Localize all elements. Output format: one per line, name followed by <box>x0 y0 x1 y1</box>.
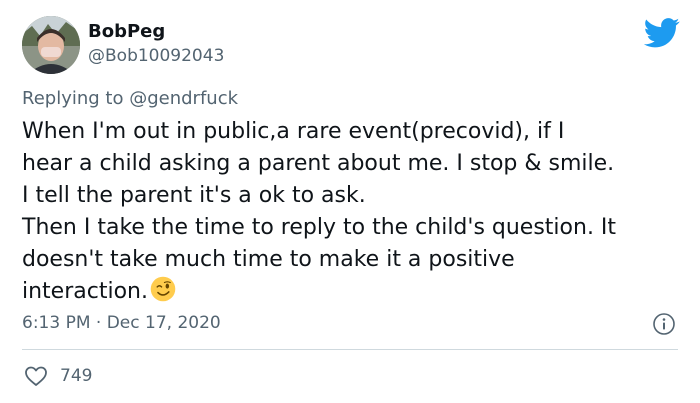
tweet-text-line: interaction. <box>22 279 148 304</box>
reply-mention-link[interactable]: @gendrfuck <box>129 88 238 109</box>
reply-context: Replying to @gendrfuck <box>22 88 238 110</box>
tweet-text-last-line: interaction. <box>22 276 682 308</box>
tweet-text: When I'm out in public,a rare event(prec… <box>22 116 682 308</box>
tweet-text-line: I tell the parent it's a ok to ask. <box>22 183 366 208</box>
avatar[interactable] <box>22 16 80 74</box>
divider <box>22 349 678 350</box>
tweet-text-line: hear a child asking a parent about me. I… <box>22 151 615 176</box>
author-handle[interactable]: @Bob10092043 <box>88 46 224 66</box>
tweet-text-line: doesn't take much time to make it a posi… <box>22 247 515 272</box>
tweet-text-line: Then I take the time to reply to the chi… <box>22 215 617 240</box>
like-count: 749 <box>60 366 93 386</box>
author-display-name[interactable]: BobPeg <box>88 21 165 43</box>
tweet-text-line: When I'm out in public,a rare event(prec… <box>22 119 565 144</box>
tweet-card: BobPeg @Bob10092043 Replying to @gendrfu… <box>0 0 700 403</box>
twitter-bird-icon[interactable] <box>644 18 680 48</box>
tweet-timestamp[interactable]: 6:13 PM · Dec 17, 2020 <box>22 313 221 333</box>
info-icon[interactable] <box>652 312 676 336</box>
heart-icon[interactable] <box>24 365 48 387</box>
winking-face-emoji-icon <box>150 276 176 302</box>
reply-prefix: Replying to <box>22 88 124 109</box>
